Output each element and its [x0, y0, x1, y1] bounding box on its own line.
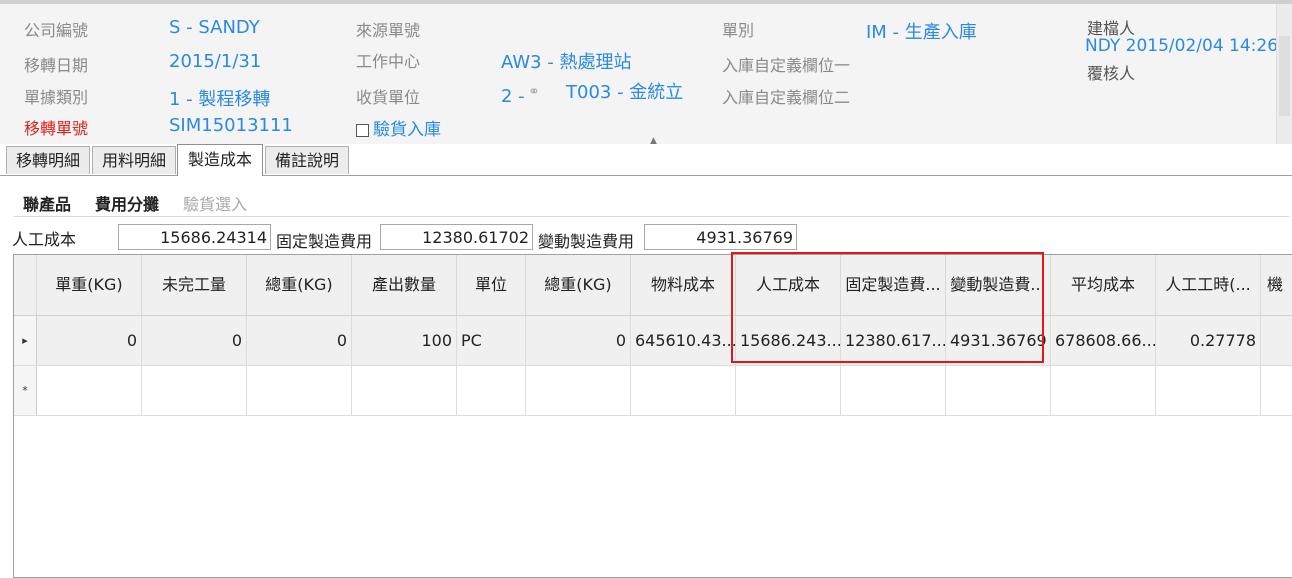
fixed-cost-label: 固定製造費用 — [276, 232, 373, 251]
col-average-cost[interactable]: 平均成本 — [1051, 255, 1156, 315]
company-value[interactable]: S - SANDY — [169, 17, 260, 38]
cell-output-qty[interactable]: 100 — [352, 316, 457, 365]
empty-cell[interactable] — [841, 366, 946, 415]
custom1-label: 入庫自定義欄位一 — [722, 56, 851, 75]
doc-type-label: 單據類別 — [24, 88, 89, 107]
fixed-cost-field[interactable]: 12380.61702 — [380, 224, 533, 250]
tab-manufacturing-cost[interactable]: 製造成本 — [177, 144, 263, 176]
work-center-value[interactable]: AW3 - 熱處理站 — [501, 48, 632, 74]
transfer-date-value[interactable]: 2015/1/31 — [169, 51, 261, 72]
empty-cell[interactable] — [37, 366, 142, 415]
new-row[interactable]: * — [14, 366, 1292, 416]
inspection-label: 驗貨入庫 — [373, 120, 441, 140]
transfer-no-value[interactable]: SIM15013111 — [169, 115, 293, 136]
table-row[interactable]: ▸ 0 0 0 100 PC 0 645610.43... 15686.243.… — [14, 316, 1292, 366]
col-machine[interactable]: 機 — [1261, 255, 1292, 315]
link-icon[interactable]: ⚭ — [528, 84, 540, 100]
col-unit-weight[interactable]: 單重(KG) — [37, 255, 142, 315]
empty-cell[interactable] — [526, 366, 631, 415]
cell-total-weight[interactable]: 0 — [247, 316, 352, 365]
custom2-label: 入庫自定義欄位二 — [722, 88, 851, 107]
col-total-weight[interactable]: 總重(KG) — [247, 255, 352, 315]
work-center-label: 工作中心 — [356, 52, 421, 71]
cell-total-weight-2[interactable]: 0 — [526, 316, 631, 365]
empty-cell[interactable] — [946, 366, 1051, 415]
empty-cell[interactable] — [1051, 366, 1156, 415]
col-unit[interactable]: 單位 — [457, 255, 526, 315]
grid-header-row: 單重(KG) 未完工量 總重(KG) 產出數量 單位 總重(KG) 物料成本 人… — [14, 255, 1292, 316]
col-total-weight-2[interactable]: 總重(KG) — [526, 255, 631, 315]
variable-cost-field[interactable]: 4931.36769 — [644, 224, 797, 250]
cell-average-cost[interactable]: 678608.66... — [1051, 316, 1156, 365]
reviewer-label: 覆核人 — [1087, 64, 1136, 83]
tab-material-details[interactable]: 用料明細 — [92, 146, 176, 174]
cost-grid: 單重(KG) 未完工量 總重(KG) 產出數量 單位 總重(KG) 物料成本 人… — [13, 254, 1292, 578]
empty-cell[interactable] — [142, 366, 247, 415]
variable-cost-label: 變動製造費用 — [538, 232, 635, 251]
tab-remarks[interactable]: 備註說明 — [265, 146, 349, 174]
empty-cell[interactable] — [1156, 366, 1261, 415]
header-scrollbar[interactable] — [1276, 4, 1292, 144]
receiving-unit-value[interactable]: 2 - — [501, 86, 525, 107]
highlight-box — [731, 252, 1044, 363]
row-header-corner — [14, 255, 37, 315]
labor-cost-label: 人工成本 — [12, 230, 77, 249]
joint-product-tab[interactable]: 聯產品 — [23, 191, 71, 215]
inspection-checkbox[interactable]: 驗貨入庫 — [356, 115, 441, 140]
transfer-no-label: 移轉單號 — [24, 119, 89, 138]
cell-incomplete-qty[interactable]: 0 — [142, 316, 247, 365]
cell-unit-weight[interactable]: 0 — [37, 316, 142, 365]
empty-cell[interactable] — [1261, 366, 1292, 415]
empty-cell[interactable] — [247, 366, 352, 415]
receiving-vendor-value[interactable]: T003 - 金統立 — [566, 78, 683, 104]
source-doc-label: 來源單號 — [356, 21, 421, 40]
col-output-qty[interactable]: 產出數量 — [352, 255, 457, 315]
empty-cell[interactable] — [631, 366, 736, 415]
doc-type-value[interactable]: 1 - 製程移轉 — [169, 85, 270, 111]
new-row-icon[interactable]: * — [14, 366, 37, 415]
col-incomplete-qty[interactable]: 未完工量 — [142, 255, 247, 315]
scrollbar-thumb[interactable] — [1279, 36, 1290, 116]
cost-allocation-tab[interactable]: 費用分攤 — [95, 191, 159, 215]
sub-toolbar: 聯產品 費用分攤 驗貨選入 — [14, 184, 1289, 217]
company-label: 公司編號 — [24, 21, 89, 40]
header-panel: 公司編號 S - SANDY 移轉日期 2015/1/31 單據類別 1 - 製… — [0, 4, 1276, 144]
row-selector-icon[interactable]: ▸ — [14, 316, 37, 365]
cell-labor-hours[interactable]: 0.27778 — [1156, 316, 1261, 365]
transfer-date-label: 移轉日期 — [24, 56, 89, 75]
creator-value: NDY 2015/02/04 14:26 — [1085, 36, 1276, 56]
empty-cell[interactable] — [457, 366, 526, 415]
empty-cell[interactable] — [736, 366, 841, 415]
cell-material-cost[interactable]: 645610.43... — [631, 316, 736, 365]
receiving-unit-label: 收貨單位 — [356, 88, 421, 107]
checkbox-icon[interactable] — [356, 123, 369, 137]
tab-transfer-details[interactable]: 移轉明細 — [6, 146, 90, 174]
col-labor-hours[interactable]: 人工工時(... — [1156, 255, 1261, 315]
doc-category-label: 單別 — [722, 21, 755, 40]
tab-bar: 移轉明細 用料明細 製造成本 備註說明 — [0, 144, 1292, 176]
inspection-select-tab[interactable]: 驗貨選入 — [183, 191, 247, 215]
collapse-arrow-icon[interactable]: ▲ — [650, 136, 657, 144]
cell-unit[interactable]: PC — [457, 316, 526, 365]
col-material-cost[interactable]: 物料成本 — [631, 255, 736, 315]
labor-cost-field[interactable]: 15686.24314 — [118, 224, 271, 250]
cell-machine[interactable] — [1261, 316, 1292, 365]
empty-cell[interactable] — [352, 366, 457, 415]
doc-category-value[interactable]: IM - 生產入庫 — [866, 18, 977, 44]
